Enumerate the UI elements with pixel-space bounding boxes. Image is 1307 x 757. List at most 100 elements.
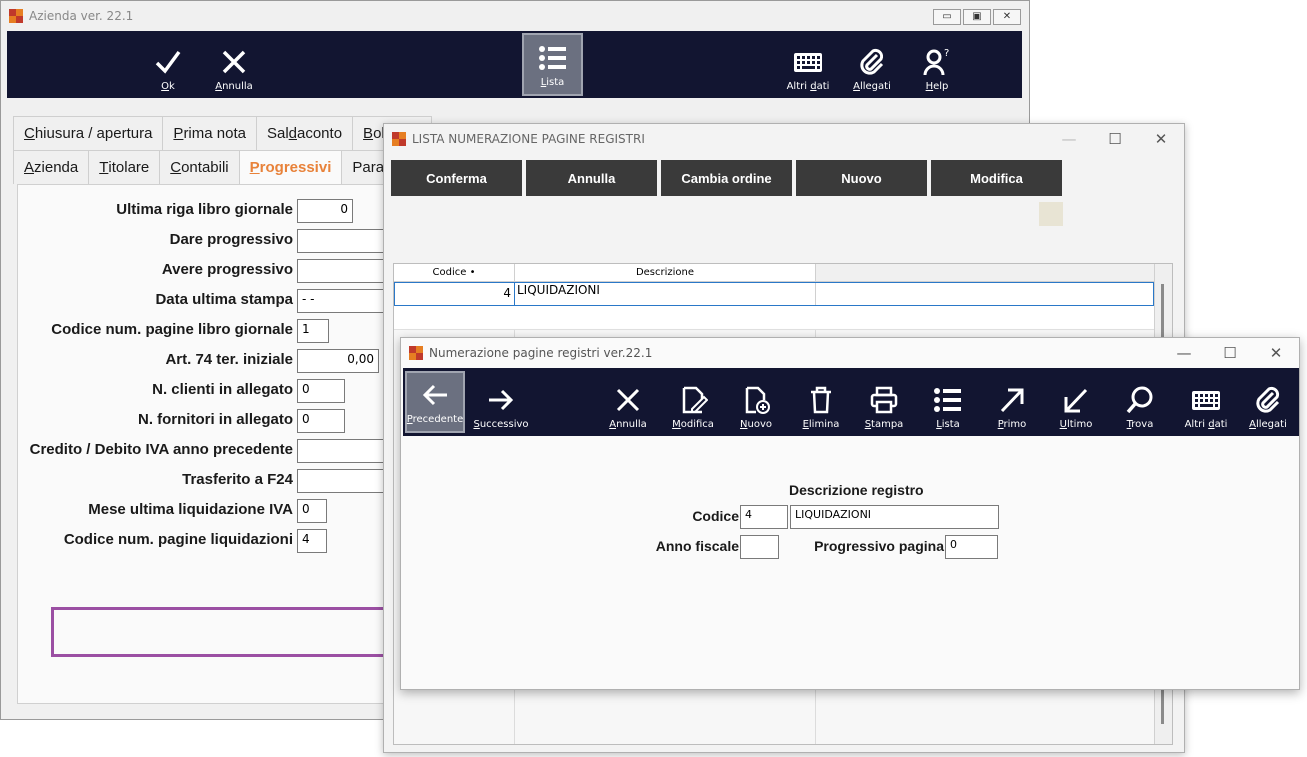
field-label: Mese ultima liquidazione IVA: [88, 501, 293, 518]
window-title: LISTA NUMERAZIONE PAGINE REGISTRI: [412, 132, 645, 146]
lista-titlebar: LISTA NUMERAZIONE PAGINE REGISTRI — ☐ ✕: [384, 124, 1184, 154]
lista-button[interactable]: Lista: [522, 33, 583, 96]
form-header: Descrizione registro: [789, 482, 924, 498]
tab-chiusura-apertura[interactable]: Chiusura / apertura: [13, 116, 164, 150]
paperclip-icon: [1256, 386, 1280, 413]
tab-prima-nota[interactable]: Prima nota: [162, 116, 257, 150]
altri-dati-button[interactable]: Altri dati: [783, 31, 833, 98]
app-logo-icon: [9, 9, 23, 23]
close-button[interactable]: ✕: [1138, 124, 1184, 154]
field-label: Ultima riga libro giornale: [116, 201, 293, 218]
field-input[interactable]: 4: [297, 529, 327, 553]
close-button[interactable]: ✕: [1253, 338, 1299, 368]
maximize-button[interactable]: ▣: [963, 9, 991, 25]
trova-label: Trova: [1126, 419, 1154, 430]
tab-azienda[interactable]: Azienda: [13, 150, 90, 184]
trova-button[interactable]: Trova: [1115, 368, 1165, 436]
svg-text:?: ?: [944, 48, 949, 59]
list-icon: [934, 388, 961, 412]
precedente-button[interactable]: Precedente: [405, 371, 465, 433]
app-logo-icon: [409, 346, 423, 360]
altri-dati-label: Altri dati: [1184, 419, 1228, 430]
modifica-button[interactable]: Modifica: [666, 368, 720, 436]
field-label: Art. 74 ter. iniziale: [165, 351, 293, 368]
new-document-icon: [745, 386, 770, 414]
highlight-box: [51, 607, 394, 657]
tab-progressivi[interactable]: Progressivi: [238, 150, 343, 184]
cell-descrizione[interactable]: LIQUIDAZIONI: [516, 283, 816, 305]
help-button[interactable]: ? Help: [917, 31, 957, 98]
annulla-button[interactable]: Annulla: [603, 368, 653, 436]
x-icon: [616, 388, 640, 412]
keyboard-icon: [1192, 391, 1220, 410]
nuovo-button[interactable]: Nuovo: [731, 368, 781, 436]
successivo-label: Successivo: [473, 419, 529, 430]
field-input[interactable]: [297, 469, 387, 493]
primo-button[interactable]: Primo: [987, 368, 1037, 436]
annulla-button[interactable]: Annulla: [209, 31, 259, 98]
anno-fiscale-field[interactable]: [740, 535, 779, 559]
field-input[interactable]: 0,00: [297, 349, 379, 373]
codice-field[interactable]: 4: [740, 505, 788, 529]
stampa-button[interactable]: Stampa: [859, 368, 909, 436]
cell-codice[interactable]: 4: [395, 283, 515, 305]
maximize-button[interactable]: ☐: [1092, 124, 1138, 154]
tab-row-2: Azienda Titolare Contabili Progressivi P…: [13, 150, 402, 184]
field-input[interactable]: 0: [297, 199, 353, 223]
altri-dati-button[interactable]: Altri dati: [1179, 368, 1233, 436]
descrizione-field[interactable]: LIQUIDAZIONI: [790, 505, 999, 529]
field-input[interactable]: 0: [297, 409, 345, 433]
table-row[interactable]: 4 LIQUIDAZIONI: [394, 282, 1154, 306]
ultimo-button[interactable]: Ultimo: [1051, 368, 1101, 436]
tab-titolare[interactable]: Titolare: [88, 150, 161, 184]
field-label: Codice num. pagine libro giornale: [51, 321, 293, 338]
arrow-right-icon: [489, 389, 514, 411]
field-input[interactable]: [297, 439, 387, 463]
tab-saldaconto[interactable]: Sal d aconto: [255, 116, 354, 150]
list-icon: [538, 46, 566, 70]
azienda-toolbar: Ok Annulla Lista Altri dati Allegati ? H…: [7, 31, 1022, 98]
annulla-label: Annulla: [609, 419, 647, 430]
allegati-button[interactable]: Allegati: [847, 31, 897, 98]
close-button[interactable]: ✕: [993, 9, 1021, 25]
successivo-button[interactable]: Successivo: [471, 368, 531, 436]
lista-label: Lista: [936, 419, 960, 430]
field-label: Avere progressivo: [161, 261, 293, 278]
tab-contabili[interactable]: Contabili: [159, 150, 240, 184]
field-input[interactable]: 1: [297, 319, 329, 343]
allegati-label: Allegati: [1249, 419, 1287, 430]
minimize-button[interactable]: —: [1161, 338, 1207, 368]
field-label: N. clienti in allegato: [152, 381, 293, 398]
modifica-button[interactable]: Modifica: [931, 160, 1062, 196]
numerazione-toolbar: Precedente Successivo Annulla Modifica Nuovo…: [403, 368, 1299, 436]
elimina-button[interactable]: Elimina: [796, 368, 846, 436]
field-label: Dare progressivo: [169, 231, 293, 248]
search-icon: [1126, 386, 1153, 414]
ok-button[interactable]: Ok: [147, 31, 189, 98]
progressivo-pagina-field[interactable]: 0: [945, 535, 998, 559]
column-header-descrizione[interactable]: Descrizione: [515, 264, 816, 282]
field-input[interactable]: - -: [297, 289, 385, 313]
field-input[interactable]: [297, 229, 387, 253]
precedente-label: Precedente: [406, 414, 464, 425]
tab-row-1: Chiusura / apertura Prima nota Sal d acont…: [13, 116, 433, 150]
nuovo-button[interactable]: Nuovo: [796, 160, 927, 196]
modifica-label: Modifica: [672, 419, 714, 430]
minimize-button[interactable]: —: [1046, 124, 1092, 154]
ultimo-label: Ultimo: [1059, 419, 1093, 430]
allegati-button[interactable]: Allegati: [1243, 368, 1293, 436]
maximize-button[interactable]: ☐: [1207, 338, 1253, 368]
arrow-down-left-icon: [1064, 388, 1088, 413]
conferma-button[interactable]: Conferma: [391, 160, 522, 196]
field-input[interactable]: 0: [297, 499, 327, 523]
cambia-ordine-button[interactable]: Cambia ordine: [661, 160, 792, 196]
window-title: Numerazione pagine registri ver.22.1: [429, 346, 653, 360]
lista-button[interactable]: Lista: [923, 368, 973, 436]
column-header-codice[interactable]: Codice •: [394, 264, 515, 282]
table-row[interactable]: [394, 306, 1154, 330]
field-input[interactable]: [297, 259, 387, 283]
keyboard-icon: [794, 53, 822, 72]
annulla-button[interactable]: Annulla: [526, 160, 657, 196]
minimize-button[interactable]: ▭: [933, 9, 961, 25]
field-input[interactable]: 0: [297, 379, 345, 403]
